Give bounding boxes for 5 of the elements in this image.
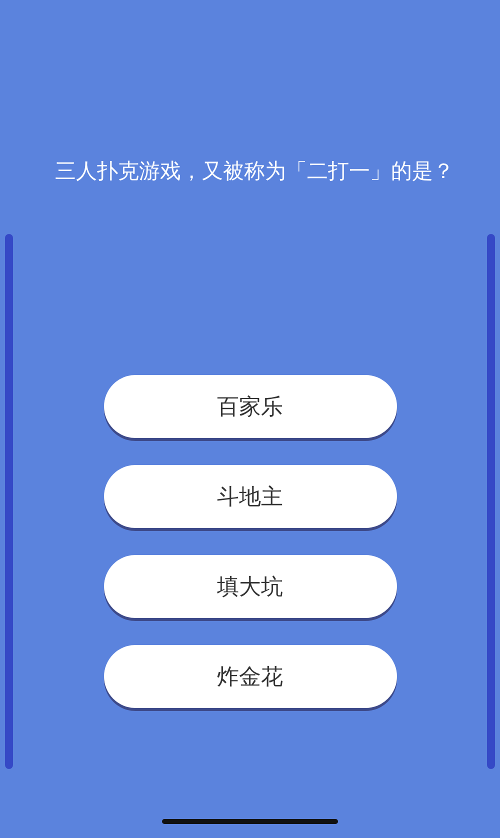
answer-button[interactable]: 百家乐 [104,375,396,438]
answer-button[interactable]: 斗地主 [104,465,396,528]
answer-button[interactable]: 炸金花 [104,645,396,708]
answer-button[interactable]: 填大坑 [104,555,396,618]
question-text: 三人扑克游戏，又被称为「二打一」的是？ [54,158,455,185]
